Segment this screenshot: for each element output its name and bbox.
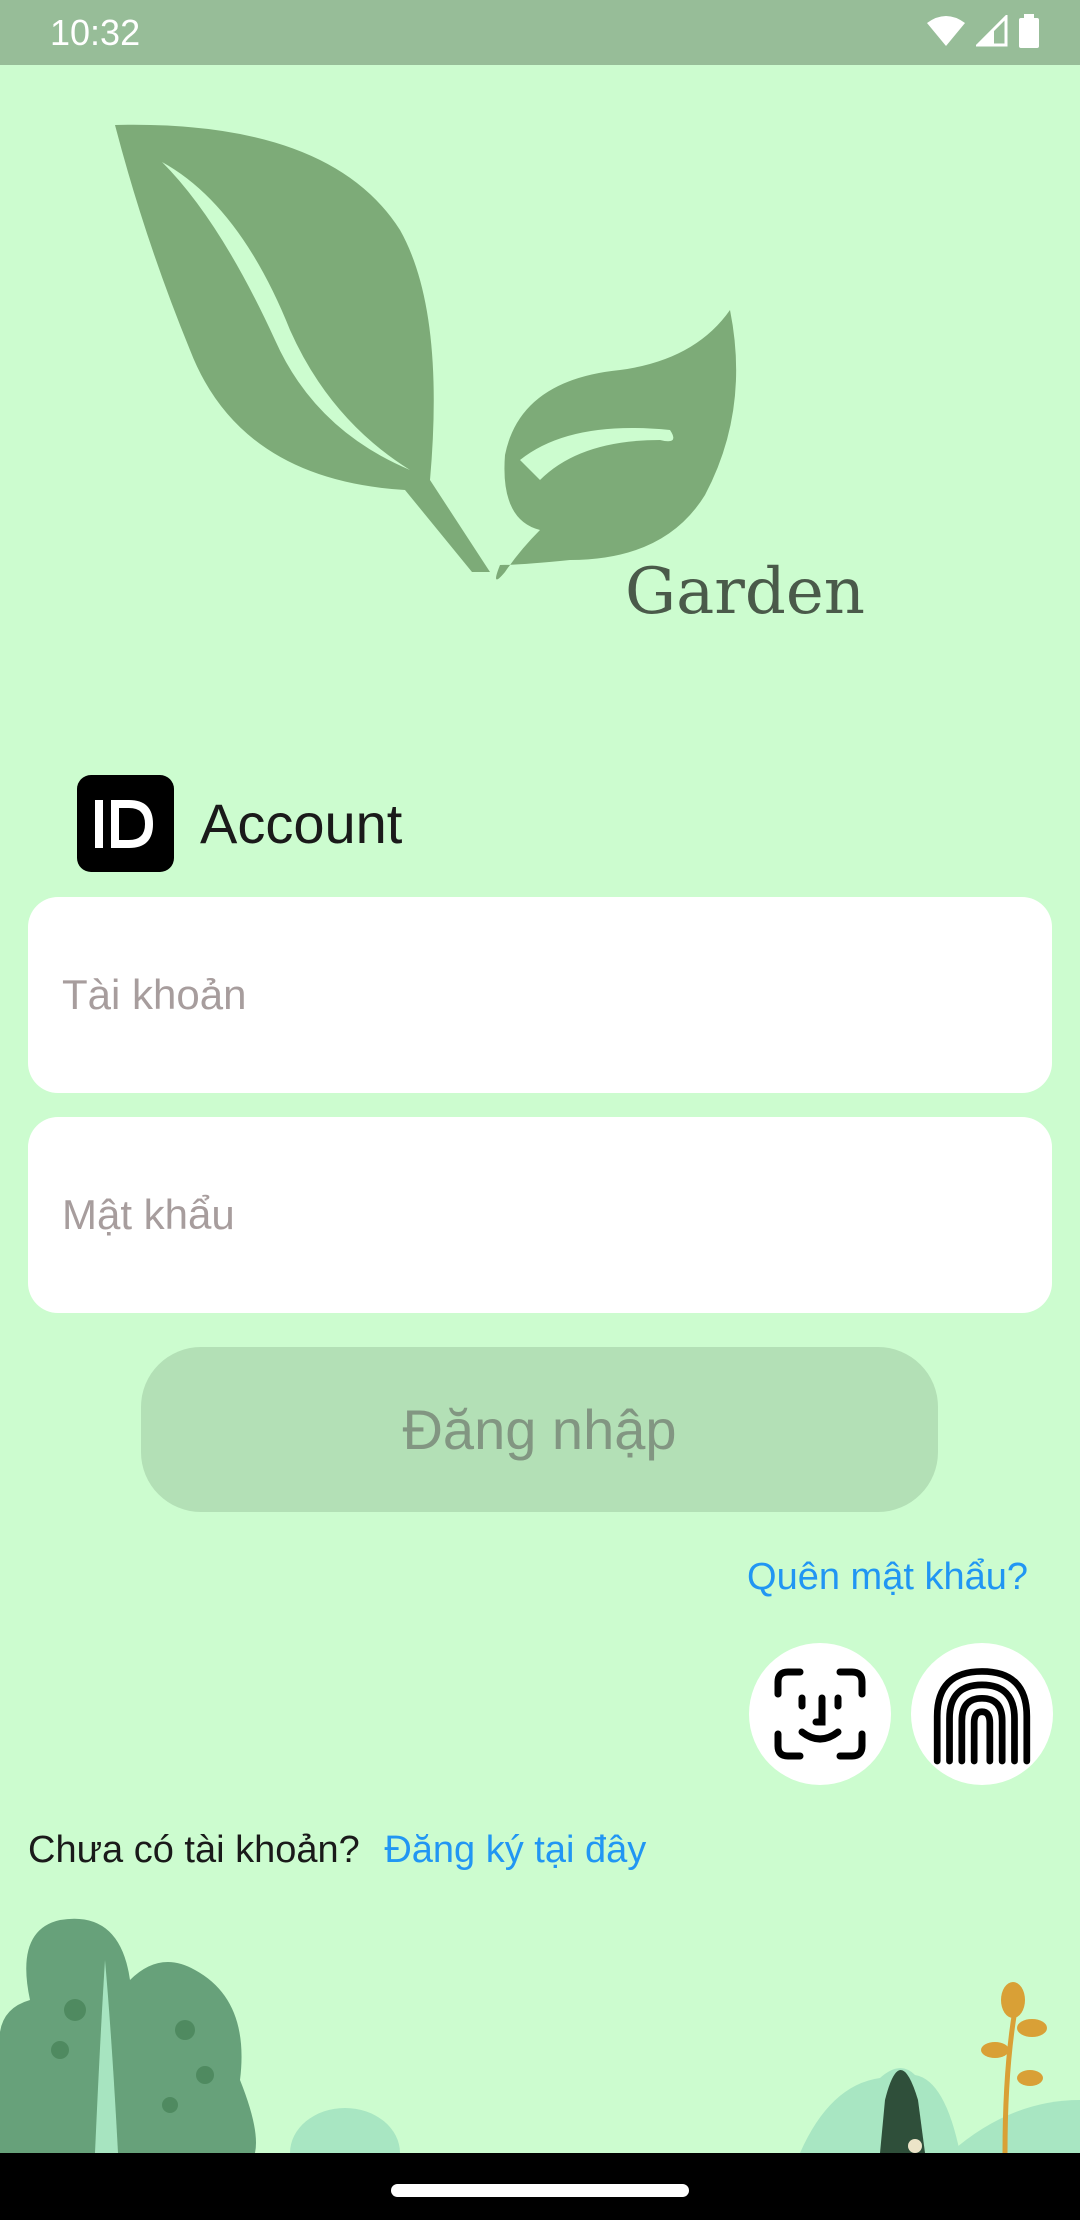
wifi-icon	[927, 16, 965, 46]
fingerprint-button[interactable]	[911, 1643, 1053, 1785]
register-link[interactable]: Đăng ký tại đây	[384, 1829, 646, 1871]
logo-text: Garden	[625, 555, 865, 629]
username-input[interactable]	[28, 897, 1052, 1093]
bush-right-icon	[800, 1982, 1080, 2153]
shrub-icon	[290, 2108, 400, 2153]
account-label: Account	[200, 792, 403, 855]
register-prompt: Chưa có tài khoản?	[28, 1829, 360, 1871]
forgot-password-link[interactable]: Quên mật khẩu?	[747, 1556, 1028, 1599]
status-time: 10:32	[50, 12, 141, 53]
signal-icon	[976, 15, 1008, 47]
login-button[interactable]: Đăng nhập	[141, 1347, 938, 1512]
id-badge-icon	[77, 775, 174, 872]
plants-decoration	[0, 1918, 1080, 2153]
status-icons	[926, 14, 1040, 48]
fingerprint-icon	[933, 1668, 1031, 1765]
face-id-button[interactable]	[749, 1643, 891, 1785]
account-header: Account	[77, 775, 402, 872]
register-row: Chưa có tài khoản? Đăng ký tại đây	[28, 1829, 646, 1872]
leaf-icon	[115, 124, 737, 580]
battery-icon	[1019, 14, 1039, 48]
status-bar: 10:32	[0, 0, 1080, 65]
home-gesture-handle[interactable]	[391, 2184, 689, 2197]
bush-left-icon	[0, 1918, 256, 2153]
password-input[interactable]	[28, 1117, 1052, 1313]
face-id-icon	[774, 1668, 866, 1760]
